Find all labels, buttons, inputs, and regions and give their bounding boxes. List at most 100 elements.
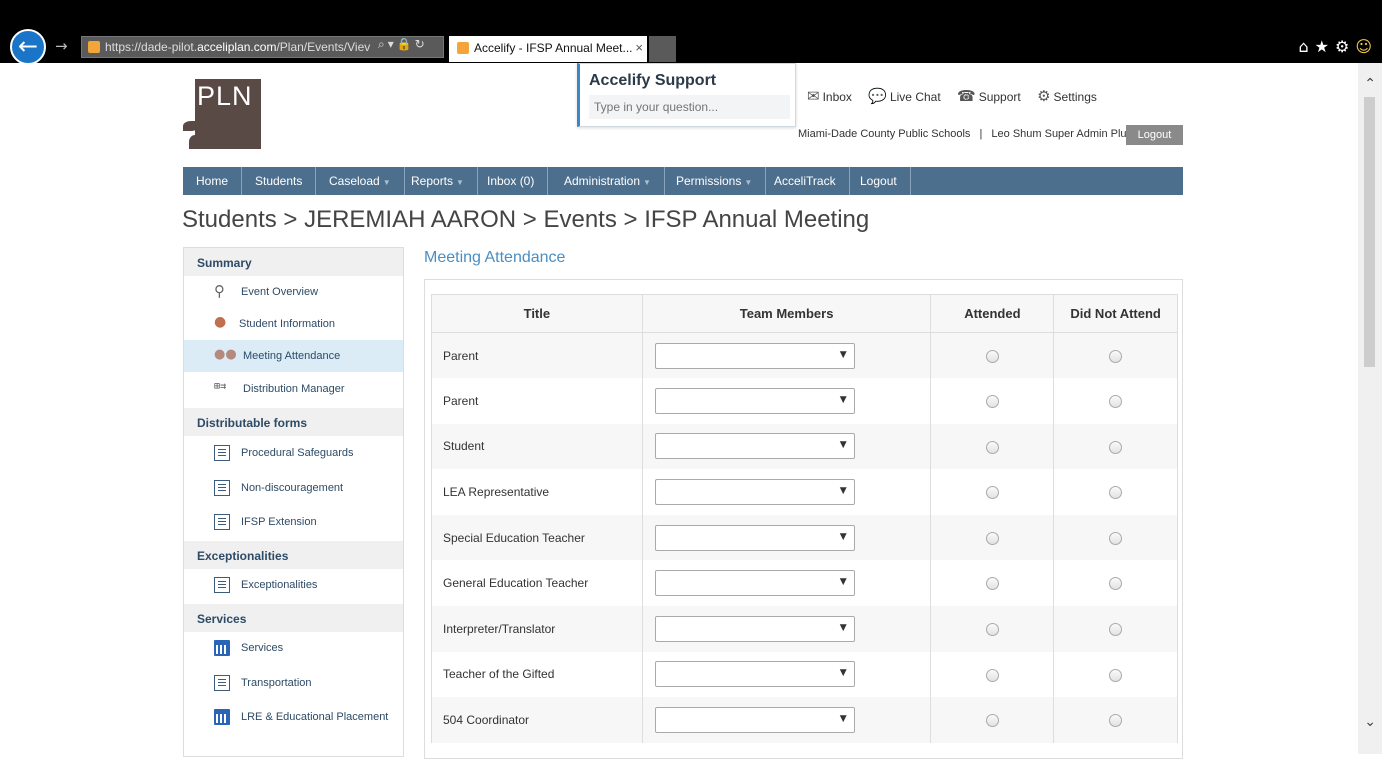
did-not-attend-radio[interactable]: [1109, 577, 1123, 591]
team-member-select[interactable]: ▼: [654, 387, 855, 414]
team-member-cell: ▼: [641, 423, 932, 470]
scroll-thumb[interactable]: [1364, 97, 1375, 367]
logout-button[interactable]: Logout: [1126, 125, 1183, 145]
attended-radio[interactable]: [985, 486, 999, 500]
pln-logo[interactable]: PLN: [183, 79, 261, 151]
attended-radio[interactable]: [985, 349, 999, 363]
attended-cell: [930, 469, 1055, 515]
attended-cell: [930, 332, 1055, 379]
attended-radio[interactable]: [985, 714, 999, 728]
settings-link[interactable]: ⚙ Settings: [1037, 87, 1097, 105]
dropdown-arrow-icon: ▼: [839, 531, 847, 542]
smiley-icon[interactable]: ☺: [1355, 37, 1372, 56]
team-member-select[interactable]: ▼: [654, 615, 855, 642]
attended-cell: [930, 560, 1055, 607]
table-row: Special Education Teacher ▼: [431, 514, 1178, 561]
back-arrow-icon[interactable]: ←: [10, 29, 46, 65]
did-not-attend-radio[interactable]: [1109, 714, 1123, 728]
sidebar-section-summary[interactable]: Summary: [184, 248, 403, 276]
address-bar-icons[interactable]: ⌕▾🔒↻: [378, 37, 428, 52]
nav-home[interactable]: Home: [183, 167, 243, 195]
team-member-select[interactable]: ▼: [654, 479, 855, 506]
support-widget: Accelify Support: [577, 63, 796, 127]
did-not-attend-radio[interactable]: [1109, 668, 1123, 682]
sidebar-item-label: Student Information: [239, 318, 336, 330]
sidebar-section-distributable-forms[interactable]: Distributable forms: [184, 408, 403, 436]
chevron-down-icon: ▼: [643, 178, 651, 187]
attended-radio[interactable]: [985, 440, 999, 454]
sidebar-item-distribution-manager[interactable]: ⊞⇉ Distribution Manager: [184, 373, 403, 405]
live-chat-label: Live Chat: [889, 90, 941, 104]
row-title: Teacher of the Gifted: [431, 651, 643, 698]
sidebar-item-exceptionalities[interactable]: Exceptionalities: [184, 569, 403, 601]
sidebar-item-lre[interactable]: LRE & Educational Placement: [184, 701, 403, 733]
nav-accelitrack[interactable]: AcceliTrack: [761, 167, 850, 195]
sidebar-section-services[interactable]: Services: [184, 604, 403, 632]
attended-radio[interactable]: [985, 531, 999, 545]
did-not-attend-radio[interactable]: [1109, 395, 1123, 409]
nav-students[interactable]: Students: [242, 167, 317, 195]
did-not-attend-radio[interactable]: [1109, 531, 1123, 545]
forward-arrow-icon[interactable]: →: [55, 37, 68, 55]
scroll-up-icon[interactable]: ⌃: [1364, 76, 1376, 92]
column-header-attended: Attended: [930, 294, 1055, 333]
nav-inbox[interactable]: Inbox (0): [474, 167, 549, 195]
team-member-select[interactable]: ▼: [654, 342, 855, 369]
scroll-down-icon[interactable]: ⌄: [1364, 714, 1376, 730]
live-chat-link[interactable]: 💬 Live Chat: [868, 87, 940, 105]
nav-logout[interactable]: Logout: [847, 167, 911, 195]
sidebar-item-label: Procedural Safeguards: [241, 447, 354, 459]
attended-cell: [930, 606, 1055, 652]
sidebar-section-exceptionalities[interactable]: Exceptionalities: [184, 541, 403, 569]
team-member-select[interactable]: ▼: [654, 661, 855, 688]
support-search-input[interactable]: [589, 95, 790, 119]
sidebar-item-services[interactable]: Services: [184, 632, 403, 664]
nav-permissions[interactable]: Permissions ▼: [663, 167, 767, 195]
row-title: LEA Representative: [431, 469, 643, 515]
did-not-attend-radio[interactable]: [1109, 486, 1123, 500]
attended-radio[interactable]: [985, 668, 999, 682]
sidebar-item-student-information[interactable]: ● Student Information: [184, 308, 403, 340]
breadcrumb: Students > JEREMIAH AARON > Events > IFS…: [182, 206, 870, 233]
inbox-link[interactable]: ✉ Inbox: [807, 87, 852, 105]
sidebar-item-label: Transportation: [241, 677, 312, 689]
sidebar-item-procedural-safeguards[interactable]: Procedural Safeguards: [184, 437, 403, 469]
browser-toolbar: ← → https://dade-pilot.acceliplan.com/Pl…: [0, 0, 1382, 65]
sidebar-item-ifsp-extension[interactable]: IFSP Extension: [184, 506, 403, 538]
did-not-attend-radio[interactable]: [1109, 440, 1123, 454]
team-member-select[interactable]: ▼: [654, 707, 855, 734]
favorites-star-icon[interactable]: ★: [1315, 37, 1329, 56]
nav-caseload[interactable]: Caseload ▼: [316, 167, 405, 195]
browser-tab[interactable]: Accelify - IFSP Annual Meet... ×: [449, 36, 647, 62]
attendance-table: Title Team Members Attended Did Not Atte…: [431, 294, 1178, 743]
team-member-select[interactable]: ▼: [654, 524, 855, 551]
team-member-select[interactable]: ▼: [654, 433, 855, 460]
did-not-attend-cell: [1053, 378, 1178, 424]
new-tab-button[interactable]: [649, 36, 676, 62]
chevron-down-icon: ▼: [382, 178, 391, 187]
team-member-cell: ▼: [641, 378, 932, 424]
attended-radio[interactable]: [985, 577, 999, 591]
distribution-icon: ⊞⇉: [214, 381, 227, 392]
did-not-attend-cell: [1053, 514, 1178, 561]
attended-radio[interactable]: [985, 395, 999, 409]
sidebar-item-meeting-attendance[interactable]: ●● Meeting Attendance: [184, 340, 403, 372]
team-member-select[interactable]: ▼: [654, 570, 855, 597]
home-icon[interactable]: ⌂: [1298, 37, 1308, 56]
attended-radio[interactable]: [985, 623, 999, 637]
sidebar-item-event-overview[interactable]: ⚲ Event Overview: [184, 276, 403, 308]
tab-close-icon[interactable]: ×: [635, 40, 643, 55]
nav-administration[interactable]: Administration ▼: [551, 167, 665, 195]
nav-reports[interactable]: Reports ▼: [398, 167, 478, 195]
support-link[interactable]: ☎ Support: [957, 87, 1021, 105]
list-icon: [214, 577, 230, 593]
did-not-attend-radio[interactable]: [1109, 349, 1123, 363]
person-icon: ●: [214, 314, 227, 330]
sidebar-item-non-discouragement[interactable]: Non-discouragement: [184, 472, 403, 504]
gear-icon[interactable]: ⚙: [1335, 37, 1349, 56]
team-member-cell: ▼: [641, 514, 932, 561]
sidebar-item-label: Exceptionalities: [241, 579, 318, 591]
did-not-attend-radio[interactable]: [1109, 623, 1123, 637]
calendar-icon: [214, 709, 230, 725]
sidebar-item-transportation[interactable]: Transportation: [184, 667, 403, 699]
